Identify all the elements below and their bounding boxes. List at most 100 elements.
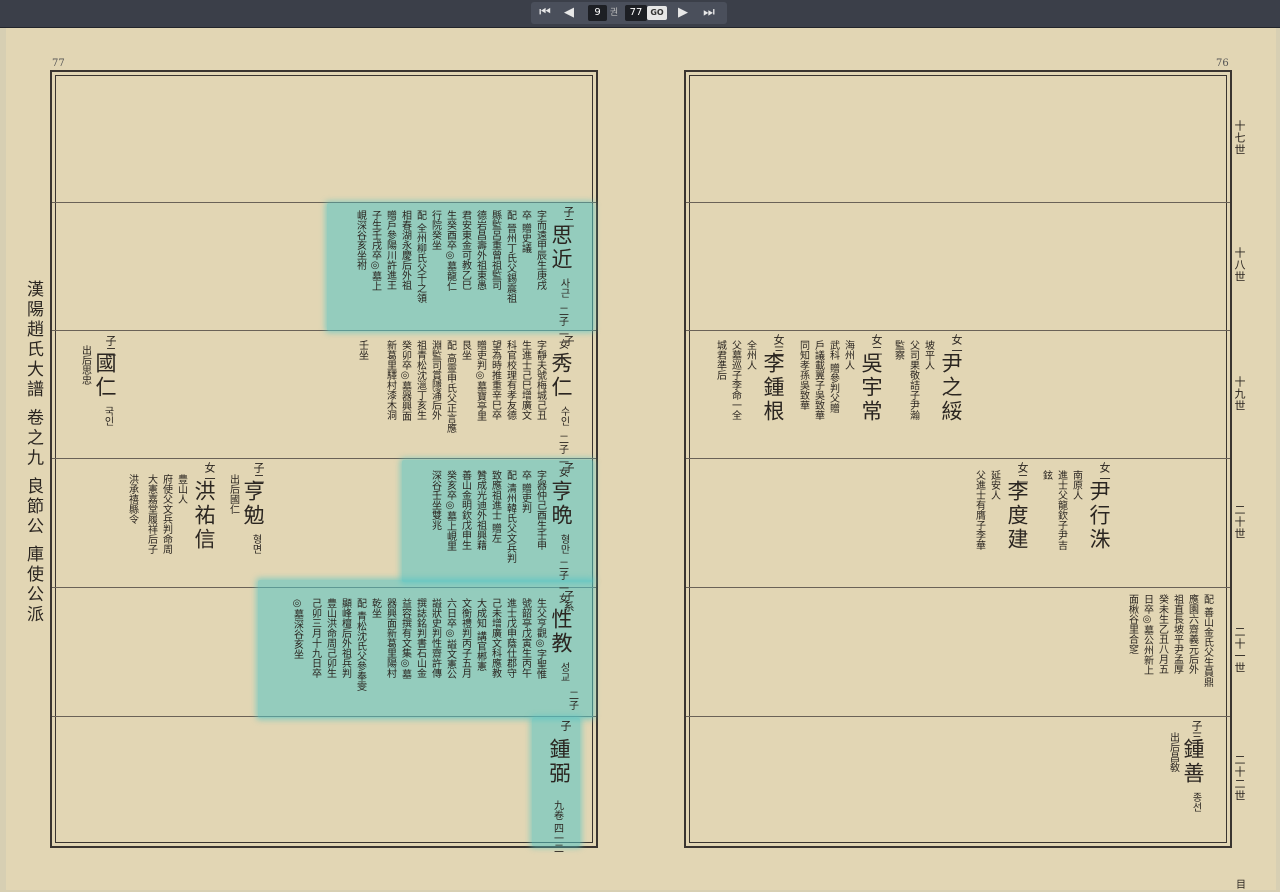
detail-line: 坡平人	[922, 340, 934, 370]
bottom-mark: 目	[1236, 880, 1246, 891]
detail-line: 淵監司賞隱涌后外	[429, 340, 441, 420]
detail-line: 祖直長坡平尹孟厚	[1171, 594, 1183, 674]
detail-line: 卒 贈史議	[519, 210, 531, 254]
book-title: 漢陽趙氏大譜 卷之九 良節公 庫使公派	[23, 280, 43, 626]
row-divider	[686, 716, 1230, 717]
detail-line: 日卒◎墓公州新上	[1141, 594, 1153, 675]
detail-line: 府使父文兵判命周	[160, 474, 172, 554]
person-name: 李度建	[1005, 480, 1029, 552]
row-divider	[686, 202, 1230, 203]
detail-line: 配 全州柳氏父千之領	[414, 210, 426, 304]
go-button[interactable]: GO	[647, 6, 667, 20]
row-divider	[686, 587, 1230, 588]
detail-line: 進士戊申蔭仕郡守	[504, 598, 516, 678]
right-genealogy-table	[684, 70, 1232, 848]
detail-line: 六日卒◎謚文憲公	[444, 598, 456, 679]
detail-line: 壬坐	[356, 340, 368, 360]
person-korean-name: 수인	[558, 406, 569, 426]
detail-line: 監察	[892, 340, 904, 360]
detail-line: 顯峰檀后外祖兵判	[339, 598, 351, 678]
detail-line: 峴深谷亥坐祔	[354, 210, 366, 270]
detail-line: 應園六齋義元后外	[1186, 594, 1198, 674]
prev-page-icon[interactable]: ◀	[559, 2, 579, 24]
detail-line: 進士父龍欽子尹吉	[1055, 470, 1067, 550]
detail-line: 海州人	[842, 340, 854, 370]
volume-unit-label: 권	[609, 8, 619, 18]
row-divider	[686, 458, 1230, 459]
generation-label: 二十世	[1233, 504, 1246, 540]
right-table-inner-border	[689, 75, 1227, 843]
detail-line: 同知孝孫吳致華	[797, 340, 809, 410]
generation-label: 十七世	[1233, 120, 1246, 156]
detail-line: 艮坐	[459, 340, 471, 360]
viewer-toolbar: ⏮ ◀ 9 권 77 GO ▶ ⏭	[0, 0, 1280, 28]
page-input[interactable]: 77	[625, 5, 647, 21]
detail-line: 贈戶參陽川許進王	[384, 210, 396, 290]
detail-line: 縣監呂重曾祖監司	[489, 210, 501, 290]
person-name: 思近	[549, 224, 573, 272]
relation-label: 子	[559, 720, 572, 731]
detail-line: 癸卯卒◎墓器興面	[399, 340, 411, 421]
page-navigation: ⏮ ◀ 9 권 77 GO ▶ ⏭	[531, 2, 727, 24]
generation-label: 十九世	[1233, 376, 1246, 412]
person-name: 國仁	[93, 352, 117, 400]
detail-line: 益容撰有文集◎墓	[399, 598, 411, 679]
detail-line: 大成知 講官郴憲	[474, 598, 486, 672]
person-korean-name: 종선	[1190, 792, 1201, 812]
detail-line: 豊山人	[175, 474, 187, 504]
last-page-icon[interactable]: ⏭	[697, 2, 721, 24]
relation-label: 子	[562, 462, 575, 473]
right-page-number: 76	[1216, 58, 1229, 69]
detail-line: 配 清州韓氏父文兵判	[504, 470, 516, 564]
person-korean-name: 성교	[558, 662, 569, 682]
detail-line: 相春湖永慶后外祖	[399, 210, 411, 290]
children-count: 二子	[566, 690, 578, 710]
detail-line: 器興面新葛里陽村	[384, 598, 396, 678]
volume-reference[interactable]: 九卷 四一二	[550, 800, 563, 853]
relation-label: 子	[562, 335, 575, 346]
detail-line: 字器仲己酉生壬申	[534, 470, 546, 550]
adoption-note: 出后昌敎	[1167, 732, 1179, 772]
person-name: 李鍾根	[761, 352, 785, 424]
detail-line: 城君準后	[714, 340, 726, 380]
detail-line: 子生壬戌卒◎墓上	[369, 210, 381, 291]
person-korean-name: 형만	[558, 534, 569, 554]
detail-line: 德岩昌壽外祖東愚	[474, 210, 486, 290]
detail-line: 卒 贈吏判	[519, 470, 531, 514]
volume-input[interactable]: 9	[588, 5, 607, 21]
next-page-icon[interactable]: ▶	[673, 2, 693, 24]
detail-line: 鉉	[1040, 470, 1052, 480]
detail-line: 字而遠甲辰生庚戌	[534, 210, 546, 290]
detail-line: 癸未生乙丑八月五	[1156, 594, 1168, 674]
detail-line: 乾坐	[369, 598, 381, 618]
adoption-note: 出后國仁	[227, 474, 239, 514]
adoption-note: 出后思忠	[79, 345, 91, 385]
first-page-icon[interactable]: ⏮	[533, 2, 557, 24]
detail-line: 武科 贈參判父贈	[827, 340, 839, 414]
generation-label: 二十一世	[1233, 626, 1246, 674]
detail-line: 父墓巡子李命一全	[729, 340, 741, 420]
person-name: 亨晩	[549, 480, 573, 528]
detail-line: 豊山洪命周己卯生	[324, 598, 336, 678]
detail-line: 癸亥卒◎墓上峴里	[444, 470, 456, 551]
detail-line: 面楸谷里合窆	[1126, 594, 1138, 654]
person-name: 鍾弼	[547, 738, 571, 786]
detail-line: 戶議載翼子吳致華	[812, 340, 824, 420]
detail-line: 望為時推重辛巳卒	[489, 340, 501, 420]
detail-line: 號韶亭戊寅生丙午	[519, 598, 531, 678]
person-name: 性教	[549, 608, 573, 656]
detail-line: 南原人	[1070, 470, 1082, 500]
detail-line: ◎墓深谷亥坐	[291, 598, 303, 659]
detail-line: 贈吏判◎墓寶亭里	[474, 340, 486, 421]
person-name: 秀仁	[549, 352, 573, 400]
person-name: 鍾善	[1181, 738, 1205, 786]
left-table-inner-border	[55, 75, 593, 843]
detail-line: 行院癸坐	[429, 210, 441, 250]
detail-line: 科官校理有孝友德	[504, 340, 516, 420]
detail-line: 贊成光迪外祖興藉	[474, 470, 486, 550]
detail-line: 善山金明欽戊申生	[459, 470, 471, 550]
detail-line: 謚狀史判性齋許傳	[429, 598, 441, 678]
detail-line: 配 高靈申氏父正言應	[444, 340, 456, 434]
person-name: 吳宇常	[859, 352, 883, 424]
person-korean-name: 형면	[250, 534, 261, 554]
